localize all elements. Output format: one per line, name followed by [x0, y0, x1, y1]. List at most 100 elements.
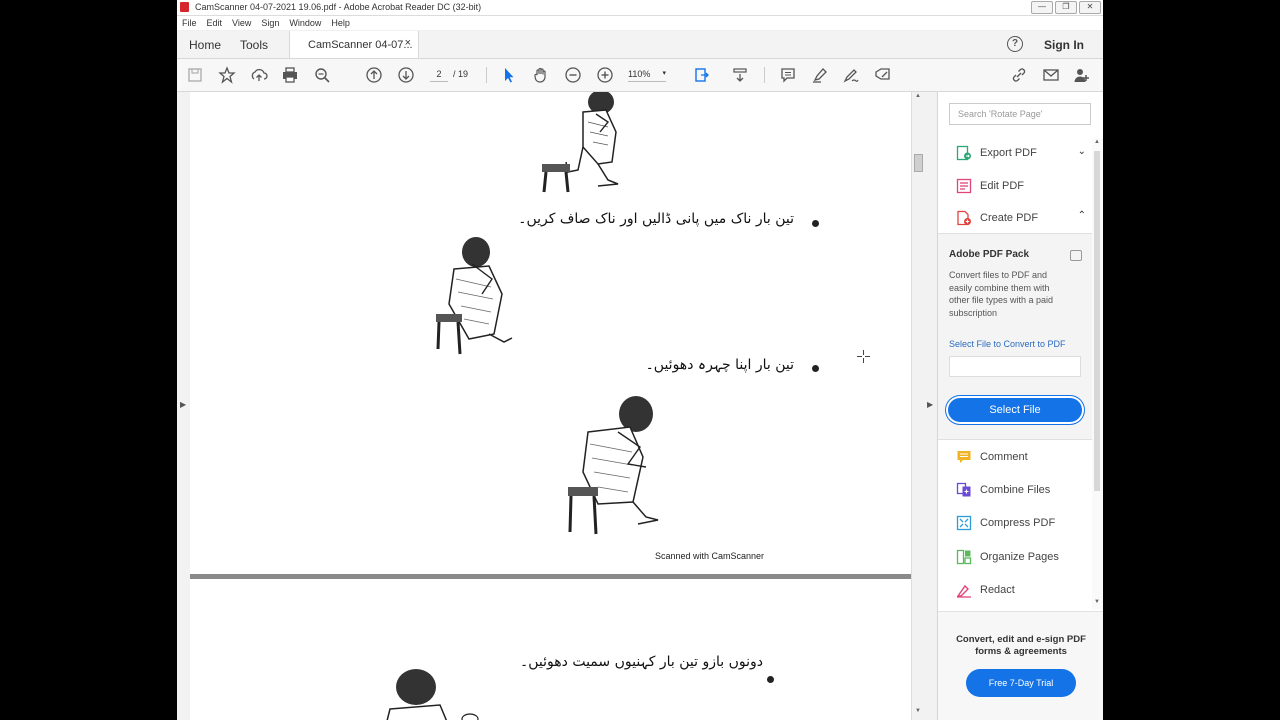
zoom-out-icon[interactable]: [563, 65, 583, 85]
bullet: [812, 220, 819, 227]
tool-comment[interactable]: Comment: [956, 447, 1028, 467]
tab-bar: Home Tools CamScanner 04-07... × ? Sign …: [177, 31, 1103, 59]
tool-combine-files[interactable]: Combine Files: [956, 480, 1050, 500]
tool-label: Export PDF: [980, 147, 1037, 159]
close-window-button[interactable]: ✕: [1079, 1, 1101, 14]
copy-icon: [1070, 250, 1082, 261]
comment-toolbar-icon[interactable]: [778, 65, 798, 85]
tool-export-pdf[interactable]: Export PDF: [956, 143, 1037, 163]
cloud-upload-icon[interactable]: [249, 65, 269, 85]
document-viewport[interactable]: ▶ تین بار ناک میں پانی ڈالیں اور ناک صاف…: [177, 92, 936, 720]
menu-window[interactable]: Window: [284, 16, 326, 30]
zoom-level-value: 110%: [628, 69, 651, 79]
file-drop-field[interactable]: [949, 356, 1081, 377]
hand-tool-icon[interactable]: [531, 65, 551, 85]
free-trial-button[interactable]: Free 7-Day Trial: [966, 669, 1076, 697]
sign-in-link[interactable]: Sign In: [1044, 38, 1084, 52]
tool-redact[interactable]: Redact: [956, 580, 1015, 600]
tool-label: Combine Files: [980, 484, 1051, 496]
select-file-link[interactable]: Select File to Convert to PDF: [949, 339, 1066, 349]
organize-pages-icon: [956, 549, 972, 565]
tab-tools[interactable]: Tools: [240, 38, 268, 52]
toolbar-divider: [764, 67, 765, 83]
tool-label: Create PDF: [980, 212, 1039, 224]
menu-sign[interactable]: Sign: [256, 16, 284, 30]
scrollbar-thumb[interactable]: [1094, 151, 1100, 491]
page-total: / 19: [453, 69, 469, 79]
window-title: CamScanner 04-07-2021 19.06.pdf - Adobe …: [195, 2, 482, 12]
menu-help[interactable]: Help: [326, 16, 355, 30]
window-controls: — ❐ ✕: [1031, 1, 1101, 14]
fill-sign-icon[interactable]: [873, 65, 893, 85]
tool-create-pdf[interactable]: Create PDF: [956, 208, 1038, 228]
page-number-input[interactable]: 2: [430, 67, 448, 82]
collapse-right-pane-icon[interactable]: ▶: [927, 400, 933, 409]
tool-label: Organize Pages: [980, 551, 1059, 563]
email-icon[interactable]: [1041, 65, 1061, 85]
illustration-person-washing-face-front: [568, 396, 659, 535]
find-zoom-icon[interactable]: [312, 65, 332, 85]
document-scrollbar[interactable]: ▲ ▼: [911, 92, 924, 720]
instruction-line-1: تین بار ناک میں پانی ڈالیں اور ناک صاف ک…: [518, 211, 794, 227]
menu-bar: File Edit View Sign Window Help: [177, 16, 1103, 30]
pack-description: Convert files to PDF and easily combine …: [949, 270, 1054, 318]
previous-page-icon[interactable]: [364, 65, 384, 85]
scroll-up-icon[interactable]: ▲: [915, 93, 921, 99]
tab-document-label: CamScanner 04-07...: [308, 39, 413, 51]
scroll-mode-icon[interactable]: [730, 65, 750, 85]
scroll-up-icon[interactable]: ▲: [1094, 139, 1100, 145]
highlight-pen-icon[interactable]: [810, 65, 830, 85]
right-pane-toggle-strip[interactable]: ▶: [924, 92, 936, 720]
bookmark-star-icon[interactable]: [217, 65, 237, 85]
share-user-icon[interactable]: [1072, 65, 1092, 85]
tools-pane-scrollbar[interactable]: ▲ ▼: [1092, 139, 1103, 609]
bullet: [767, 676, 774, 683]
pdf-page-3: دونوں بازو تین بار کہنیوں سمیت دھوئیں۔: [190, 579, 911, 720]
share-link-icon[interactable]: [1009, 65, 1029, 85]
bullet: [812, 365, 819, 372]
zoom-in-icon[interactable]: [595, 65, 615, 85]
tab-document[interactable]: CamScanner 04-07... ×: [289, 31, 419, 58]
zoom-level-select[interactable]: 110% ▾: [628, 67, 666, 82]
toolbar-divider: [486, 67, 487, 83]
promo-panel: Convert, edit and e-sign PDF forms & agr…: [938, 611, 1103, 720]
comment-icon: [957, 451, 971, 463]
crosshair-cursor-icon: [857, 350, 870, 363]
adobe-pdf-pack-panel: Adobe PDF Pack Convert files to PDF and …: [938, 233, 1092, 440]
tools-search-input[interactable]: Search 'Rotate Page': [949, 103, 1091, 125]
menu-edit[interactable]: Edit: [202, 16, 228, 30]
scroll-down-icon[interactable]: ▼: [915, 708, 921, 714]
close-tab-icon[interactable]: ×: [405, 37, 411, 49]
compress-pdf-icon: [956, 515, 972, 531]
scroll-down-icon[interactable]: ▼: [1094, 599, 1100, 605]
tool-compress-pdf[interactable]: Compress PDF: [956, 513, 1055, 533]
chevron-up-icon[interactable]: ⌃: [1078, 210, 1086, 221]
minimize-button[interactable]: —: [1031, 1, 1053, 14]
pack-title: Adobe PDF Pack: [949, 249, 1030, 260]
promo-text: Convert, edit and e-sign PDF forms & agr…: [956, 634, 1086, 657]
tool-label: Edit PDF: [980, 180, 1025, 192]
select-cursor-icon[interactable]: [499, 65, 519, 85]
menu-file[interactable]: File: [177, 16, 202, 30]
help-icon[interactable]: ?: [1007, 36, 1023, 52]
create-pdf-icon: [957, 210, 971, 226]
tool-edit-pdf[interactable]: Edit PDF: [956, 176, 1024, 196]
title-bar: CamScanner 04-07-2021 19.06.pdf - Adobe …: [177, 0, 1103, 16]
next-page-icon[interactable]: [396, 65, 416, 85]
print-icon[interactable]: [280, 65, 300, 85]
left-panel-collapsed[interactable]: ▶: [177, 92, 190, 720]
select-file-button[interactable]: Select File: [948, 398, 1082, 422]
illustration-person-washing-arms: [386, 669, 479, 720]
scrollbar-thumb[interactable]: [914, 154, 923, 172]
fit-page-icon[interactable]: [692, 65, 712, 85]
draw-freehand-icon[interactable]: [841, 65, 861, 85]
restore-button[interactable]: ❐: [1055, 1, 1077, 14]
tab-home[interactable]: Home: [189, 38, 221, 52]
chevron-down-icon[interactable]: ⌄: [1078, 146, 1086, 157]
tool-organize-pages[interactable]: Organize Pages: [956, 547, 1059, 567]
menu-view[interactable]: View: [227, 16, 256, 30]
expand-left-panel-icon[interactable]: ▶: [180, 400, 186, 409]
save-icon[interactable]: [185, 65, 205, 85]
main-toolbar: 2 / 19 110% ▾: [177, 59, 1103, 92]
chevron-down-icon: ▾: [662, 70, 666, 77]
